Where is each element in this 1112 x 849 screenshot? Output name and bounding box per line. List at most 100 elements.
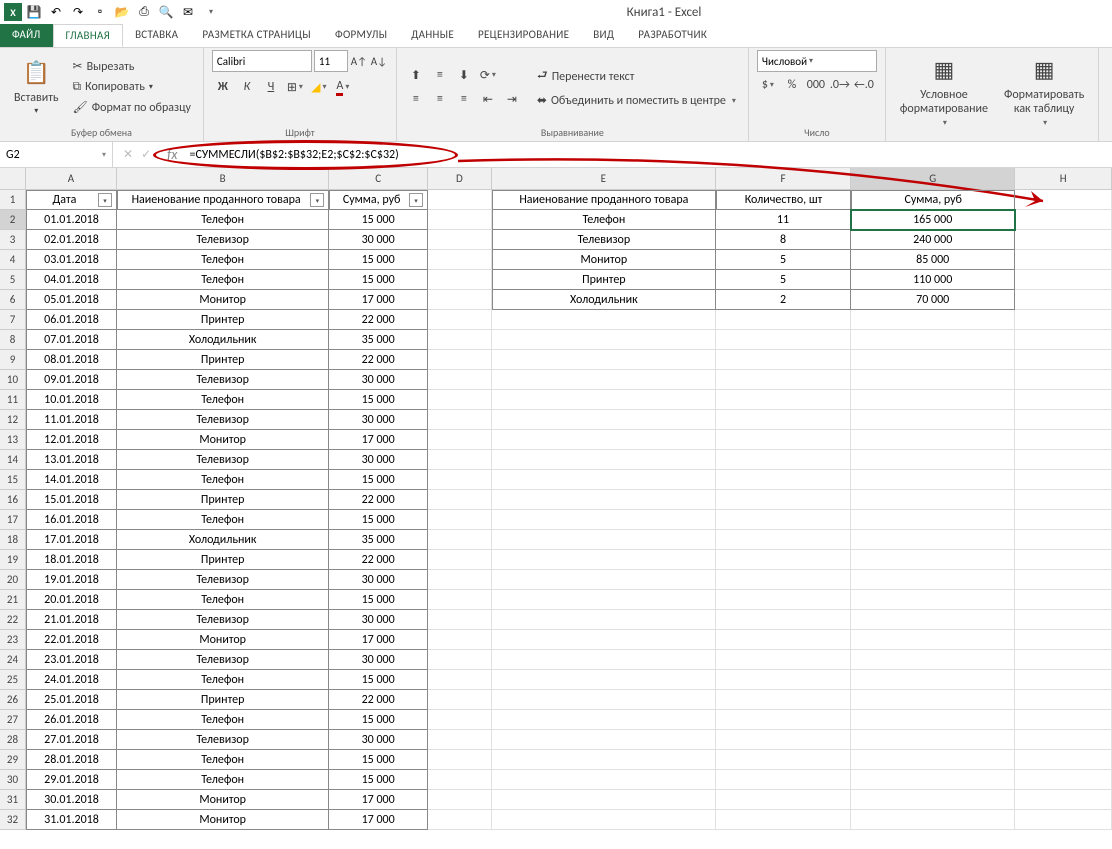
cell-F2[interactable]: 11 (716, 210, 851, 230)
cell-B18[interactable]: Холодильник (117, 530, 329, 550)
cell-E6[interactable]: Холодильник (492, 290, 716, 310)
row-header[interactable]: 25 (0, 670, 26, 690)
cell-F10[interactable] (716, 370, 851, 390)
row-header[interactable]: 24 (0, 650, 26, 670)
cell-H11[interactable] (1015, 390, 1112, 410)
italic-button[interactable]: К (236, 76, 258, 98)
cell-E17[interactable] (492, 510, 716, 530)
cell-C5[interactable]: 15 000 (329, 270, 428, 290)
row-header[interactable]: 18 (0, 530, 26, 550)
cell-C28[interactable]: 30 000 (329, 730, 428, 750)
cell-D16[interactable] (428, 490, 492, 510)
cell-D8[interactable] (428, 330, 492, 350)
cell-D21[interactable] (428, 590, 492, 610)
cell-D15[interactable] (428, 470, 492, 490)
cell-H4[interactable] (1015, 250, 1112, 270)
cell-F28[interactable] (716, 730, 851, 750)
cell-A18[interactable]: 17.01.2018 (26, 530, 117, 550)
font-color-button[interactable]: А (332, 76, 354, 98)
cell-D1[interactable] (428, 190, 492, 210)
cell-H12[interactable] (1015, 410, 1112, 430)
row-header[interactable]: 4 (0, 250, 26, 270)
cell-A3[interactable]: 02.01.2018 (26, 230, 117, 250)
cell-D18[interactable] (428, 530, 492, 550)
cell-D14[interactable] (428, 450, 492, 470)
align-top-icon[interactable]: ⬆ (405, 64, 427, 86)
cell-D2[interactable] (428, 210, 492, 230)
name-box[interactable]: G2▾ (0, 142, 113, 167)
cell-G13[interactable] (851, 430, 1015, 450)
wrap-text-button[interactable]: ⮐Перенести текст (533, 64, 740, 89)
tab-formulas[interactable]: ФОРМУЛЫ (323, 24, 399, 47)
cell-G25[interactable] (851, 670, 1015, 690)
qat-open-icon[interactable]: 📂 (112, 2, 132, 22)
cell-D24[interactable] (428, 650, 492, 670)
format-painter-button[interactable]: 🖌Формат по образцу (69, 98, 195, 117)
cell-G17[interactable] (851, 510, 1015, 530)
cell-H18[interactable] (1015, 530, 1112, 550)
cell-D28[interactable] (428, 730, 492, 750)
cell-F32[interactable] (716, 810, 851, 830)
cell-C13[interactable]: 17 000 (329, 430, 428, 450)
cell-C14[interactable]: 30 000 (329, 450, 428, 470)
cell-G21[interactable] (851, 590, 1015, 610)
cell-C24[interactable]: 30 000 (329, 650, 428, 670)
cell-A28[interactable]: 27.01.2018 (26, 730, 117, 750)
row-header[interactable]: 30 (0, 770, 26, 790)
cell-H1[interactable] (1015, 190, 1112, 210)
cell-C25[interactable]: 15 000 (329, 670, 428, 690)
tab-home[interactable]: ГЛАВНАЯ (53, 24, 124, 47)
cell-D17[interactable] (428, 510, 492, 530)
row-header[interactable]: 21 (0, 590, 26, 610)
cell-A16[interactable]: 15.01.2018 (26, 490, 117, 510)
cell-F23[interactable] (716, 630, 851, 650)
align-right-icon[interactable]: ≡ (453, 88, 475, 110)
cell-F18[interactable] (716, 530, 851, 550)
cell-E23[interactable] (492, 630, 716, 650)
cells-grid[interactable]: Дата▾Наиенование проданного товара▾Сумма… (26, 190, 1112, 830)
row-header[interactable]: 29 (0, 750, 26, 770)
col-header-H[interactable]: H (1015, 168, 1112, 190)
row-header[interactable]: 10 (0, 370, 26, 390)
orientation-icon[interactable]: ⟳ (477, 64, 499, 86)
row-header[interactable]: 13 (0, 430, 26, 450)
cell-H32[interactable] (1015, 810, 1112, 830)
cell-D20[interactable] (428, 570, 492, 590)
cell-G31[interactable] (851, 790, 1015, 810)
cell-D6[interactable] (428, 290, 492, 310)
cell-B5[interactable]: Телефон (117, 270, 329, 290)
cell-H7[interactable] (1015, 310, 1112, 330)
cell-A31[interactable]: 30.01.2018 (26, 790, 117, 810)
cell-E12[interactable] (492, 410, 716, 430)
col-header-C[interactable]: C (329, 168, 428, 190)
cell-G32[interactable] (851, 810, 1015, 830)
cell-B14[interactable]: Телевизор (117, 450, 329, 470)
cell-F13[interactable] (716, 430, 851, 450)
cell-F21[interactable] (716, 590, 851, 610)
cell-G11[interactable] (851, 390, 1015, 410)
cell-C9[interactable]: 22 000 (329, 350, 428, 370)
increase-decimal-icon[interactable]: .0→ (829, 74, 851, 96)
cell-F12[interactable] (716, 410, 851, 430)
cell-F30[interactable] (716, 770, 851, 790)
cell-G24[interactable] (851, 650, 1015, 670)
cell-F9[interactable] (716, 350, 851, 370)
cell-H29[interactable] (1015, 750, 1112, 770)
cell-C20[interactable]: 30 000 (329, 570, 428, 590)
cell-A32[interactable]: 31.01.2018 (26, 810, 117, 830)
cell-H20[interactable] (1015, 570, 1112, 590)
cell-G2[interactable]: 165 000 (851, 210, 1015, 230)
cell-E11[interactable] (492, 390, 716, 410)
cell-B4[interactable]: Телефон (117, 250, 329, 270)
cell-H22[interactable] (1015, 610, 1112, 630)
cell-B19[interactable]: Принтер (117, 550, 329, 570)
cell-B8[interactable]: Холодильник (117, 330, 329, 350)
cell-D3[interactable] (428, 230, 492, 250)
cell-E21[interactable] (492, 590, 716, 610)
cell-D25[interactable] (428, 670, 492, 690)
cell-E30[interactable] (492, 770, 716, 790)
cell-E4[interactable]: Монитор (492, 250, 716, 270)
cell-F29[interactable] (716, 750, 851, 770)
col-header-D[interactable]: D (428, 168, 492, 190)
cell-C22[interactable]: 30 000 (329, 610, 428, 630)
